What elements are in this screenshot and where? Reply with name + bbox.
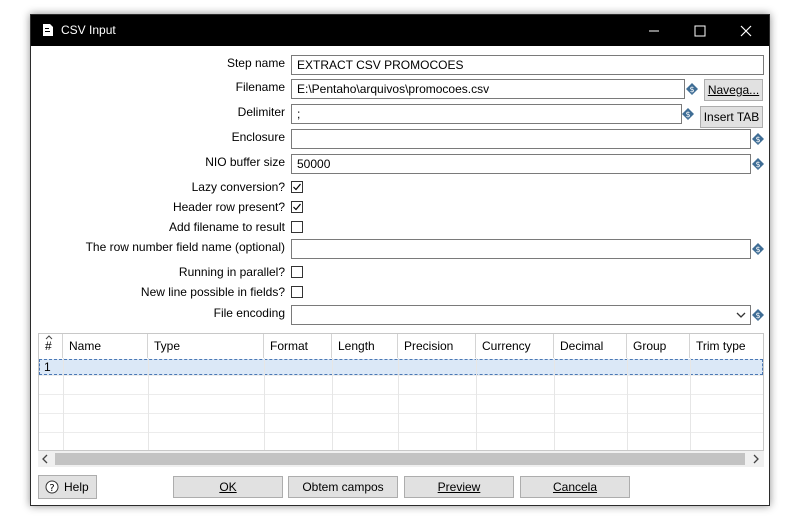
new-line-checkbox[interactable] [291, 286, 303, 298]
column-header[interactable]: # [39, 334, 63, 358]
row-number: 1 [44, 360, 51, 374]
maximize-button[interactable] [677, 15, 723, 46]
get-fields-button[interactable]: Obtem campos [288, 476, 398, 498]
delimiter-label: Delimiter [237, 105, 285, 119]
column-divider [398, 358, 399, 450]
chevron-down-icon [736, 312, 746, 318]
column-header[interactable]: Format [264, 334, 332, 358]
enclosure-input[interactable] [291, 129, 751, 149]
running-parallel-label: Running in parallel? [178, 265, 285, 279]
checkmark-icon [293, 183, 301, 191]
variable-icon[interactable]: $ [752, 309, 764, 321]
svg-text:$: $ [755, 311, 760, 320]
maximize-icon [694, 25, 706, 36]
column-header[interactable]: Trim type [690, 334, 763, 358]
row-number-field-input[interactable] [291, 239, 751, 259]
filename-input[interactable]: E:\Pentaho\arquivos\promocoes.csv [291, 79, 685, 99]
column-header[interactable]: Type [148, 334, 264, 358]
step-name-label: Step name [226, 56, 285, 70]
help-label: Help [64, 480, 89, 494]
header-row-label: Header row present? [172, 200, 285, 214]
row-number-field-label: The row number field name (optional) [85, 240, 285, 254]
csv-input-dialog: CSV Input Step name EXTRACT CSV PROMOCOE… [30, 14, 770, 506]
svg-text:$: $ [755, 160, 760, 169]
lazy-conversion-label: Lazy conversion? [191, 180, 285, 194]
column-header[interactable]: Group [627, 334, 690, 358]
column-divider [690, 358, 691, 450]
delimiter-input[interactable]: ; [291, 104, 682, 124]
file-encoding-label: File encoding [213, 306, 285, 320]
browse-button[interactable]: Navega... [704, 79, 763, 101]
variable-icon[interactable]: $ [686, 83, 698, 95]
window-title: CSV Input [61, 23, 116, 37]
new-line-label: New line possible in fields? [140, 285, 285, 299]
add-filename-label: Add filename to result [168, 220, 285, 234]
column-header[interactable]: Length [332, 334, 398, 358]
column-divider [476, 358, 477, 450]
close-icon [740, 25, 752, 36]
variable-icon[interactable]: $ [752, 158, 764, 170]
preview-button[interactable]: Preview [404, 476, 514, 498]
horizontal-scrollbar[interactable] [38, 451, 764, 467]
minimize-icon [649, 30, 659, 31]
column-divider [627, 358, 628, 450]
column-divider [63, 358, 64, 450]
variable-icon[interactable]: $ [682, 108, 694, 120]
scroll-left-icon[interactable] [41, 454, 51, 464]
column-divider [264, 358, 265, 450]
header-row-checkbox[interactable] [291, 201, 303, 213]
column-header[interactable]: Currency [476, 334, 554, 358]
column-header-label: # [45, 339, 52, 353]
svg-text:$: $ [755, 135, 760, 144]
help-icon: ? [45, 480, 59, 494]
fields-table[interactable]: # Name Type Format Length Precision Curr… [38, 333, 764, 451]
svg-text:?: ? [49, 483, 54, 494]
app-icon [43, 24, 53, 36]
nio-buffer-label: NIO buffer size [205, 155, 285, 169]
column-divider [554, 358, 555, 450]
minimize-button[interactable] [631, 15, 677, 46]
ok-button[interactable]: OK [173, 476, 283, 498]
file-encoding-select[interactable] [291, 305, 751, 325]
help-button[interactable]: ? Help [38, 475, 97, 499]
scroll-right-icon[interactable] [751, 454, 761, 464]
sort-arrow-icon [45, 335, 53, 340]
column-header[interactable]: Precision [398, 334, 476, 358]
filename-label: Filename [235, 80, 285, 94]
variable-icon[interactable]: $ [752, 133, 764, 145]
checkmark-icon [293, 203, 301, 211]
title-bar: CSV Input [31, 15, 769, 46]
column-divider [148, 358, 149, 450]
nio-buffer-input[interactable]: 50000 [291, 154, 751, 174]
column-divider [332, 358, 333, 450]
add-filename-checkbox[interactable] [291, 221, 303, 233]
scrollbar-thumb[interactable] [55, 453, 745, 465]
close-button[interactable] [723, 15, 769, 46]
column-header[interactable]: Decimal [554, 334, 627, 358]
svg-text:$: $ [689, 85, 694, 94]
svg-text:$: $ [685, 110, 690, 119]
column-header[interactable]: Name [63, 334, 148, 358]
step-name-input[interactable]: EXTRACT CSV PROMOCOES [291, 55, 764, 75]
variable-icon[interactable]: $ [752, 243, 764, 255]
insert-tab-button[interactable]: Insert TAB [700, 106, 763, 128]
running-parallel-checkbox[interactable] [291, 266, 303, 278]
svg-text:$: $ [755, 245, 760, 254]
cancel-button[interactable]: Cancela [520, 476, 630, 498]
lazy-conversion-checkbox[interactable] [291, 181, 303, 193]
enclosure-label: Enclosure [231, 130, 285, 144]
